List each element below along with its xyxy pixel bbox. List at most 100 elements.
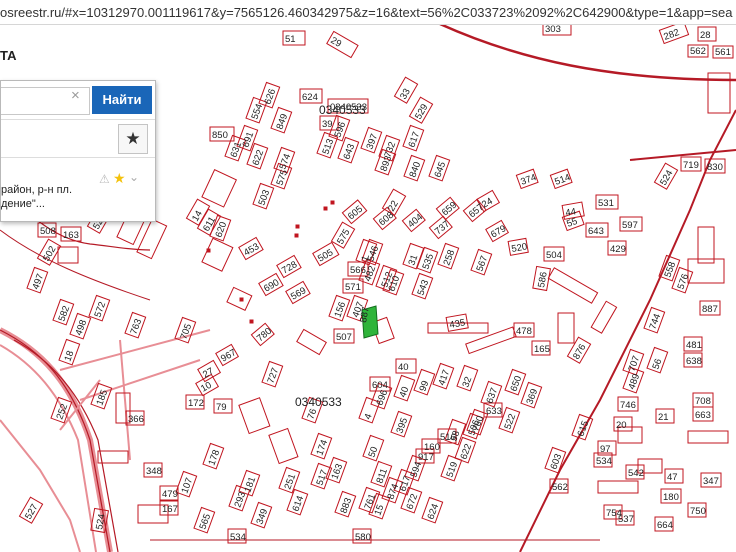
parcel-number: 746	[620, 400, 636, 411]
result-line-1[interactable]: район, р-н пл.	[1, 184, 72, 196]
parcel-number: 507	[336, 332, 352, 343]
parcel-number: 347	[703, 476, 719, 487]
parcel-number: 107	[179, 476, 195, 495]
parcel-number: 28	[700, 30, 711, 41]
parcel-number: 517	[314, 468, 330, 487]
parcel-number: 617	[406, 130, 422, 149]
parcel-number: 481	[686, 340, 702, 351]
parcel-number: 349	[254, 507, 270, 526]
parcel-number: 561	[715, 47, 731, 58]
parcel-number: 565	[197, 512, 213, 531]
parcel-number: 503	[256, 188, 272, 207]
parcel-outline[interactable]	[201, 237, 234, 272]
parcel-number: 887	[702, 304, 718, 315]
point-marker	[294, 233, 299, 238]
favorite-star-icon[interactable]: ★	[113, 170, 126, 187]
parcel-number: 605	[346, 204, 365, 223]
parcel-outline[interactable]	[226, 286, 253, 311]
parcel-number: 719	[683, 160, 699, 171]
parcel-number: 542	[628, 468, 644, 479]
parcel-number: 156	[332, 300, 348, 319]
parcel-outline[interactable]	[136, 218, 168, 260]
quarter-label-2: 0340533	[295, 395, 342, 409]
parcel-outline[interactable]	[268, 427, 299, 465]
parcel-number: 626	[262, 87, 278, 106]
parcel-outline[interactable]	[687, 430, 729, 444]
parcel-number: 417	[436, 368, 452, 387]
parcel-number: 251	[282, 472, 298, 491]
divider	[1, 157, 155, 158]
parcel-number: 643	[588, 226, 604, 237]
parcel-number: 516	[440, 432, 456, 443]
parcel-number: 622	[458, 442, 474, 461]
parcel-outline[interactable]	[597, 480, 639, 494]
parcel-outline[interactable]	[57, 246, 79, 264]
parcel-number: 165	[534, 344, 550, 355]
parcel-number: 497	[30, 272, 46, 291]
parcel-number: 76	[305, 407, 319, 421]
address-bar[interactable]: osreestr.ru/#x=10312970.001119617&y=7565…	[0, 0, 736, 25]
parcel-number: 580	[355, 532, 371, 543]
parcel-outline[interactable]	[465, 326, 517, 355]
parcel-number: 645	[432, 160, 448, 179]
parcel-number: 707	[626, 354, 642, 373]
clear-icon[interactable]: ×	[71, 87, 80, 104]
point-marker	[323, 206, 328, 211]
parcel-number: 20	[616, 420, 627, 431]
parcel-number: 97	[600, 444, 611, 455]
parcel-number: 708	[695, 396, 711, 407]
chevron-down-icon[interactable]: ⌄	[129, 170, 139, 184]
parcel-outline[interactable]	[238, 397, 271, 435]
parcel-outline[interactable]	[557, 312, 575, 344]
parcel-number: 543	[415, 278, 431, 297]
parcel-number: 659	[440, 200, 459, 219]
parcel-number: 348	[146, 466, 162, 477]
parcel-number: 535	[420, 252, 436, 271]
parcel-number: 614	[290, 494, 306, 513]
parcel-outline[interactable]	[201, 169, 238, 208]
parcel-number: 597	[622, 220, 638, 231]
parcel-number: 163	[63, 230, 79, 241]
search-panel: × Найти ★ ⚠ ★ ⌄ район, р-н пл. дение"...	[0, 80, 156, 222]
parcel-outline[interactable]	[590, 300, 618, 334]
point-marker	[330, 200, 335, 205]
parcel-number: 596	[332, 120, 348, 139]
parcel-number: 15	[372, 503, 386, 517]
result-line-2[interactable]: дение"...	[1, 198, 45, 210]
divider	[1, 119, 155, 120]
parcel-number: 917	[418, 452, 434, 463]
parcel-number: 883	[338, 496, 354, 515]
parcel-number: 562	[690, 46, 706, 57]
parcel-outline[interactable]	[296, 328, 327, 356]
parcel-number: 167	[162, 504, 178, 515]
parcel-number: 32	[460, 375, 474, 389]
parcel-number: 615	[575, 419, 591, 438]
parcel-outline[interactable]	[97, 450, 129, 464]
parcel-outline[interactable]	[547, 267, 599, 304]
parcel-number: 763	[128, 317, 144, 336]
parcel-number: 478	[516, 326, 532, 337]
parcel-outline[interactable]	[697, 226, 715, 264]
parcel-number: 624	[302, 92, 318, 103]
parcel-number: 99	[417, 379, 431, 393]
parcel-number: 489	[626, 372, 642, 391]
parcel-number: 750	[690, 506, 706, 517]
parcel-number: 638	[686, 356, 702, 367]
parcel-number: 51	[285, 34, 296, 45]
parcel-number: 303	[545, 24, 561, 35]
parcel-number: 180	[663, 492, 679, 503]
parcel-number: 508	[40, 226, 56, 237]
parcel-number: 633	[486, 406, 502, 417]
point-marker	[295, 224, 300, 229]
parcel-number: 519	[444, 460, 460, 479]
favorites-star-button[interactable]: ★	[118, 124, 148, 154]
parcel-number: 504	[546, 250, 562, 261]
parcel-number: 479	[162, 489, 178, 500]
parcel-number: 513	[320, 137, 336, 156]
parcel-number: 498	[73, 318, 89, 337]
map-corner-label: ТА	[0, 48, 17, 63]
parcel-number: 534	[230, 532, 246, 543]
find-button[interactable]: Найти	[92, 86, 152, 114]
parcel-number: 780	[255, 326, 274, 345]
warning-icon: ⚠	[99, 172, 110, 186]
